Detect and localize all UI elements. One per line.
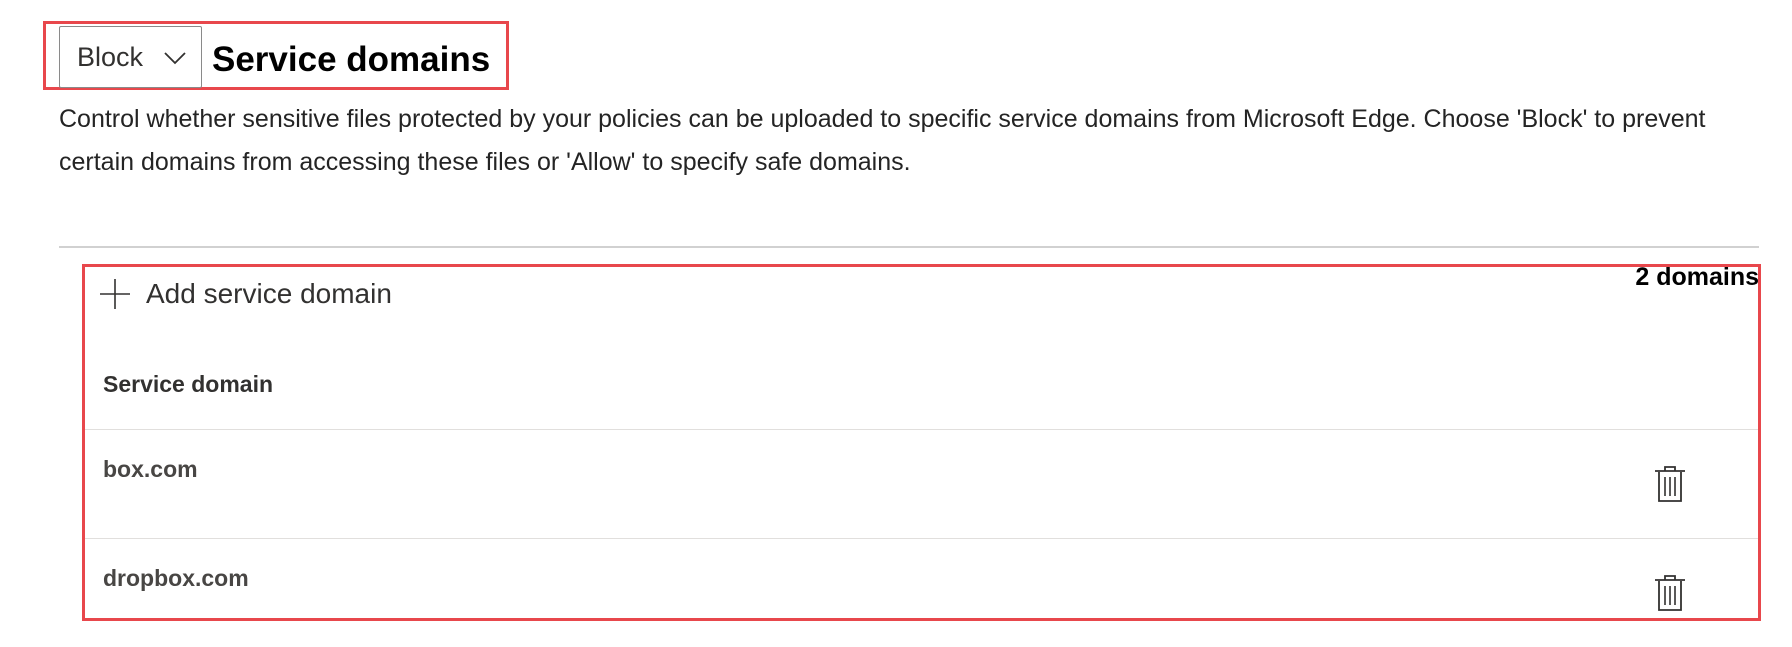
domain-name: box.com xyxy=(103,456,198,482)
domain-name: dropbox.com xyxy=(103,565,249,591)
mode-dropdown[interactable]: Block xyxy=(59,26,202,88)
section-divider xyxy=(59,246,1759,248)
add-service-domain-button[interactable]: Add service domain xyxy=(98,274,392,314)
table-row: dropbox.com xyxy=(82,539,1761,647)
delete-domain-button[interactable] xyxy=(1652,464,1688,504)
trash-icon xyxy=(1655,575,1685,611)
table-row: box.com xyxy=(82,430,1761,538)
section-title: Service domains xyxy=(212,40,491,79)
mode-dropdown-value: Block xyxy=(77,41,144,72)
add-service-domain-label: Add service domain xyxy=(146,278,392,309)
delete-domain-button[interactable] xyxy=(1652,573,1688,613)
domain-count: 2 domains xyxy=(1635,263,1759,291)
chevron-down-icon xyxy=(164,52,186,65)
trash-icon xyxy=(1655,466,1685,502)
plus-icon xyxy=(100,279,130,309)
section-description: Control whether sensitive files protecte… xyxy=(59,105,1706,176)
column-header-service-domain: Service domain xyxy=(103,371,274,397)
